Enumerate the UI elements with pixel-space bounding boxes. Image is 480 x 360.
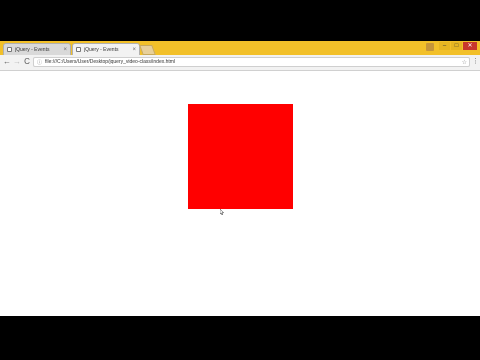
info-icon[interactable]: ⓘ	[37, 59, 42, 66]
red-square[interactable]	[188, 104, 293, 209]
address-bar[interactable]: ⓘ file:///C:/Users/User/Desktop/jquery_v…	[33, 57, 470, 67]
window-controls: – □ ✕	[439, 42, 477, 50]
tab-close-icon[interactable]: ×	[63, 47, 67, 53]
tab-active[interactable]: jQuery - Events ×	[72, 43, 140, 55]
user-profile-icon[interactable]	[426, 43, 434, 51]
page-favicon-icon	[7, 47, 12, 52]
forward-button[interactable]: →	[12, 57, 22, 67]
browser-window: jQuery - Events × jQuery - Events × – □ …	[0, 41, 480, 316]
title-bar: jQuery - Events × jQuery - Events × – □ …	[0, 41, 480, 55]
page-favicon-icon	[76, 47, 81, 52]
tab-title: jQuery - Events	[84, 46, 119, 53]
maximize-button[interactable]: □	[451, 42, 462, 50]
mouse-cursor-icon	[220, 209, 224, 215]
tab-inactive[interactable]: jQuery - Events ×	[3, 43, 71, 55]
page-viewport	[0, 71, 480, 316]
address-url[interactable]: file:///C:/Users/User/Desktop/jquery_vid…	[45, 59, 462, 65]
bookmark-star-icon[interactable]: ☆	[462, 59, 467, 66]
browser-menu-icon[interactable]: ⋮	[472, 57, 479, 67]
close-window-button[interactable]: ✕	[463, 42, 477, 50]
browser-toolbar: ← → C ⓘ file:///C:/Users/User/Desktop/jq…	[0, 55, 480, 71]
tab-title: jQuery - Events	[15, 46, 50, 53]
tab-close-icon[interactable]: ×	[132, 47, 136, 53]
back-button[interactable]: ←	[2, 57, 12, 67]
new-tab-button[interactable]	[139, 45, 156, 55]
reload-button[interactable]: C	[22, 57, 32, 67]
minimize-button[interactable]: –	[439, 42, 450, 50]
